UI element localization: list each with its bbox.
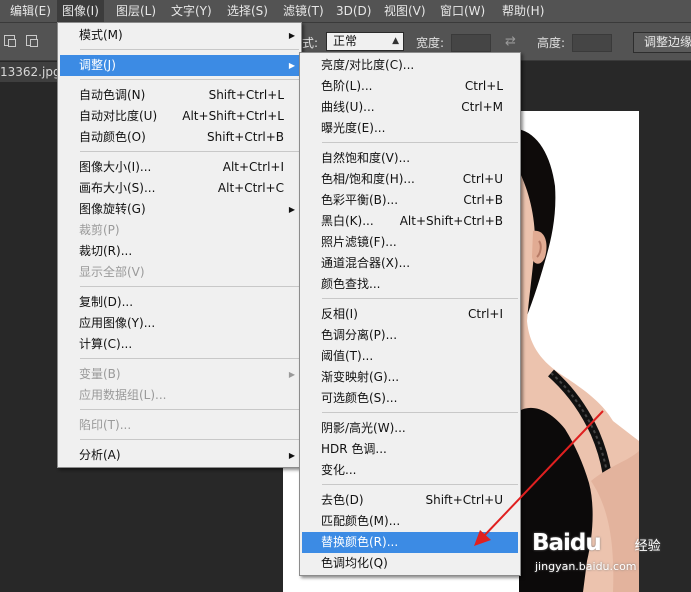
menu-item-variations[interactable]: 变化... — [302, 460, 518, 481]
image-menu: 模式(M) ▶ 调整(J) ▶ 自动色调(N) Shift+Ctrl+L 自动对比度(… — [57, 22, 302, 468]
menu-item-equalize[interactable]: 色调均化(Q) — [302, 553, 518, 574]
menu-item-exposure[interactable]: 曝光度(E)... — [302, 118, 518, 139]
menu-item-analysis[interactable]: 分析(A) ▶ — [60, 445, 299, 466]
menu-item-apply-data-set[interactable]: 应用数据组(L)... — [60, 385, 299, 406]
menu-item-levels[interactable]: 色阶(L)... Ctrl+L — [302, 76, 518, 97]
menu-item-replace-color[interactable]: 替换颜色(R)... — [302, 532, 518, 553]
submenu-arrow-icon: ▶ — [288, 451, 295, 460]
menu-separator — [322, 484, 518, 485]
menu-item-auto-color[interactable]: 自动颜色(O) Shift+Ctrl+B — [60, 127, 299, 148]
menu-separator — [80, 79, 299, 80]
menu-item-variables[interactable]: 变量(B) ▶ — [60, 364, 299, 385]
document-tab[interactable]: 13362.jpg — [0, 62, 58, 82]
updown-icon: ▲ — [392, 36, 399, 46]
menu-item-color-balance[interactable]: 色彩平衡(B)... Ctrl+B — [302, 190, 518, 211]
menu-item-apply-image[interactable]: 应用图像(Y)... — [60, 313, 299, 334]
menu-item-trim[interactable]: 裁切(R)... — [60, 241, 299, 262]
height-field[interactable] — [572, 34, 612, 52]
menu-item-mode[interactable]: 模式(M) ▶ — [60, 25, 299, 46]
menu-item-auto-tone[interactable]: 自动色调(N) Shift+Ctrl+L — [60, 85, 299, 106]
menu-item-selective-color[interactable]: 可选颜色(S)... — [302, 388, 518, 409]
menu-item-canvas-size[interactable]: 画布大小(S)... Alt+Ctrl+C — [60, 178, 299, 199]
style-select[interactable]: 正常 ▲ — [326, 32, 404, 51]
menu-item-image-size[interactable]: 图像大小(I)... Alt+Ctrl+I — [60, 157, 299, 178]
watermark-sub: 经验 — [634, 539, 661, 554]
menu-edit[interactable]: 编辑(E) — [5, 0, 56, 22]
menu-separator — [322, 142, 518, 143]
menu-separator — [322, 298, 518, 299]
menu-image[interactable]: 图像(I) — [57, 0, 104, 22]
new-selection-icon[interactable] — [4, 35, 16, 47]
menu-item-gradient-map[interactable]: 渐变映射(G)... — [302, 367, 518, 388]
menu-item-match-color[interactable]: 匹配颜色(M)... — [302, 511, 518, 532]
submenu-arrow-icon: ▶ — [288, 370, 295, 379]
menu-bar: 编辑(E) 图像(I) 图层(L) 文字(Y) 选择(S) 滤镜(T) 3D(D… — [0, 0, 691, 23]
submenu-arrow-icon: ▶ — [288, 205, 295, 214]
menu-item-curves[interactable]: 曲线(U)... Ctrl+M — [302, 97, 518, 118]
menu-item-vibrance[interactable]: 自然饱和度(V)... — [302, 148, 518, 169]
menu-separator — [80, 358, 299, 359]
menu-separator — [80, 286, 299, 287]
baidu-watermark: Baidu 经验 — [532, 530, 661, 556]
menu-item-black-white[interactable]: 黑白(K)... Alt+Shift+Ctrl+B — [302, 211, 518, 232]
menu-separator — [80, 409, 299, 410]
watermark-logo: Baidu — [532, 530, 602, 556]
submenu-arrow-icon: ▶ — [288, 31, 295, 40]
menu-item-crop[interactable]: 裁剪(P) — [60, 220, 299, 241]
menu-item-invert[interactable]: 反相(I) Ctrl+I — [302, 304, 518, 325]
width-field[interactable] — [451, 34, 491, 52]
menu-window[interactable]: 窗口(W) — [435, 0, 490, 22]
menu-item-reveal-all[interactable]: 显示全部(V) — [60, 262, 299, 283]
menu-item-image-rotation[interactable]: 图像旋转(G) ▶ — [60, 199, 299, 220]
menu-item-photo-filter[interactable]: 照片滤镜(F)... — [302, 232, 518, 253]
menu-item-posterize[interactable]: 色调分离(P)... — [302, 325, 518, 346]
adjustments-submenu: 亮度/对比度(C)... 色阶(L)... Ctrl+L 曲线(U)... Ctrl… — [299, 52, 521, 576]
refine-edge-button[interactable]: 调整边缘 — [633, 32, 691, 53]
menu-item-hue-saturation[interactable]: 色相/饱和度(H)... Ctrl+U — [302, 169, 518, 190]
menu-separator — [80, 151, 299, 152]
menu-item-threshold[interactable]: 阈值(T)... — [302, 346, 518, 367]
menu-separator — [80, 49, 299, 50]
submenu-arrow-icon: ▶ — [288, 61, 295, 70]
menu-separator — [322, 412, 518, 413]
menu-separator — [80, 439, 299, 440]
menu-item-adjustments[interactable]: 调整(J) ▶ — [60, 55, 299, 76]
swap-icon[interactable]: ⇄ — [505, 34, 516, 49]
menu-filter[interactable]: 滤镜(T) — [278, 0, 329, 22]
menu-layer[interactable]: 图层(L) — [111, 0, 161, 22]
menu-type[interactable]: 文字(Y) — [166, 0, 217, 22]
menu-help[interactable]: 帮助(H) — [497, 0, 549, 22]
menu-item-color-lookup[interactable]: 颜色查找... — [302, 274, 518, 295]
add-selection-icon[interactable] — [26, 35, 38, 47]
watermark-url: jingyan.baidu.com — [535, 560, 637, 573]
menu-3d[interactable]: 3D(D) — [331, 0, 376, 22]
menu-item-channel-mixer[interactable]: 通道混合器(X)... — [302, 253, 518, 274]
menu-item-hdr-toning[interactable]: HDR 色调... — [302, 439, 518, 460]
height-label: 高度: — [537, 36, 566, 50]
style-value: 正常 — [333, 34, 358, 48]
menu-item-brightness-contrast[interactable]: 亮度/对比度(C)... — [302, 55, 518, 76]
menu-item-calculations[interactable]: 计算(C)... — [60, 334, 299, 355]
menu-select[interactable]: 选择(S) — [222, 0, 273, 22]
menu-item-trap[interactable]: 陷印(T)... — [60, 415, 299, 436]
menu-item-auto-contrast[interactable]: 自动对比度(U) Alt+Shift+Ctrl+L — [60, 106, 299, 127]
width-label: 宽度: — [416, 36, 445, 50]
menu-item-shadows-highlights[interactable]: 阴影/高光(W)... — [302, 418, 518, 439]
menu-view[interactable]: 视图(V) — [379, 0, 431, 22]
menu-item-desaturate[interactable]: 去色(D) Shift+Ctrl+U — [302, 490, 518, 511]
style-label: 式: — [302, 36, 319, 50]
menu-item-duplicate[interactable]: 复制(D)... — [60, 292, 299, 313]
